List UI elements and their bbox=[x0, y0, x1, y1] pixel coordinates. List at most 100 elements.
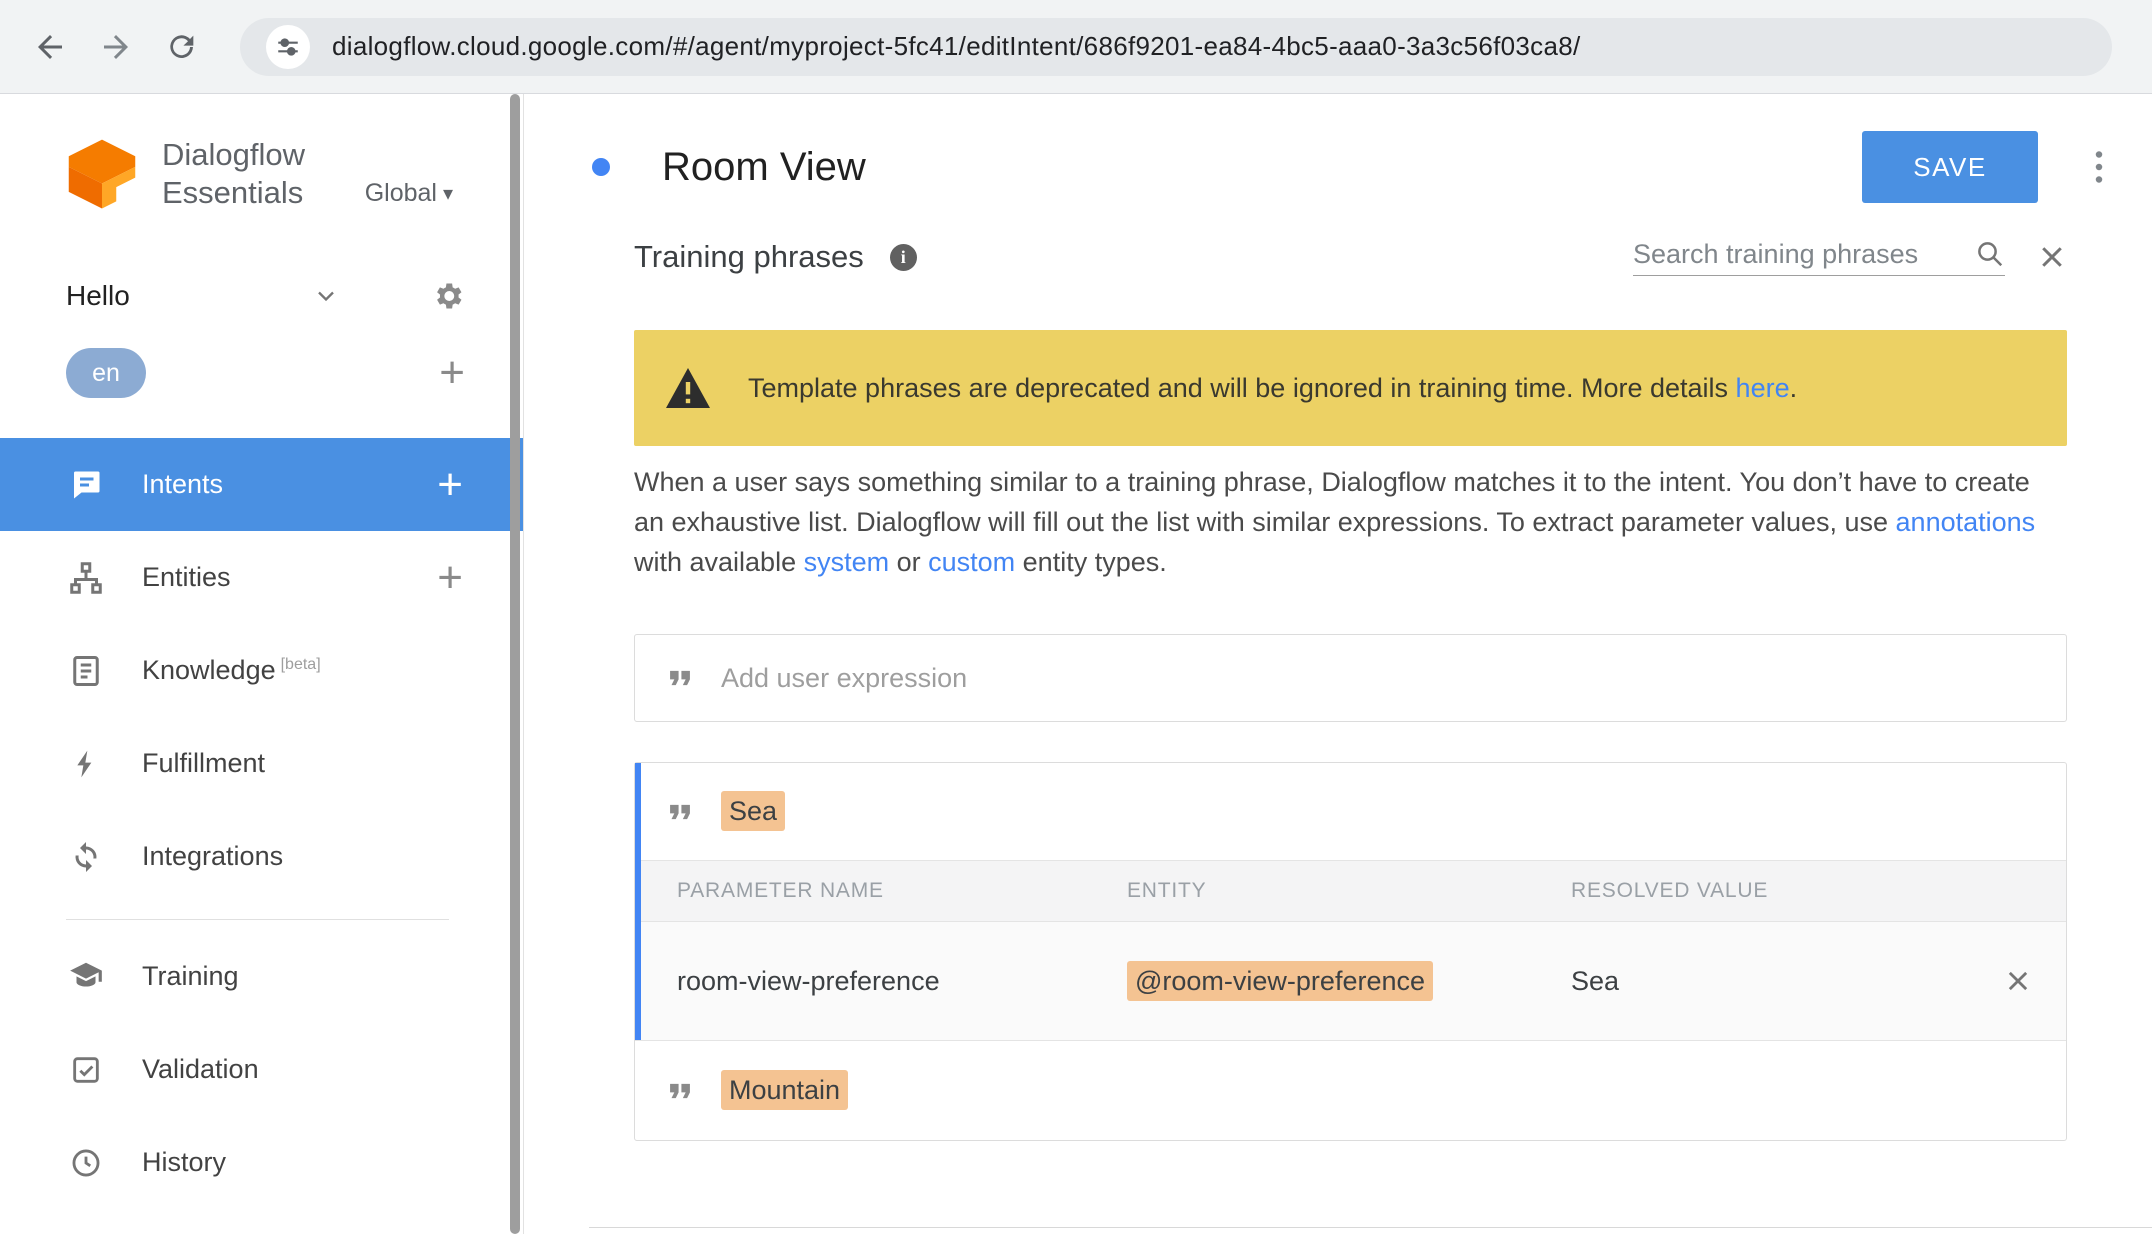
main-panel: Room View SAVE Training phrases i bbox=[524, 94, 2152, 1234]
search-field[interactable] bbox=[1633, 240, 2005, 276]
brand-line-2: Essentials bbox=[162, 174, 305, 212]
column-header-parameter-name: PARAMETER NAME bbox=[677, 879, 1127, 903]
parameter-table: PARAMETER NAME ENTITY RESOLVED VALUE roo… bbox=[635, 860, 2066, 1040]
region-selector[interactable]: Global ▾ bbox=[365, 179, 453, 216]
language-tab-en[interactable]: en bbox=[66, 348, 146, 398]
sidebar-item-fulfillment[interactable]: Fulfillment bbox=[0, 717, 523, 810]
intent-header: Room View SAVE bbox=[524, 94, 2152, 240]
sync-icon bbox=[66, 837, 106, 877]
sidebar-item-entities[interactable]: Entities + bbox=[0, 531, 523, 624]
chevron-down-icon bbox=[312, 282, 340, 310]
add-user-expression-input[interactable] bbox=[721, 663, 2038, 694]
agent-selector[interactable]: Hello bbox=[0, 268, 523, 324]
banner-here-link[interactable]: here bbox=[1736, 373, 1790, 403]
training-phrases-section: Training phrases i bbox=[524, 240, 2152, 1234]
browser-forward-button[interactable] bbox=[88, 19, 144, 75]
reload-icon bbox=[165, 30, 199, 64]
forward-arrow-icon bbox=[98, 29, 134, 65]
intent-menu-button[interactable] bbox=[2084, 146, 2114, 188]
sidebar-item-label: Intents bbox=[142, 469, 223, 500]
url-text: dialogflow.cloud.google.com/#/agent/mypr… bbox=[332, 31, 1581, 62]
brand-name: Dialogflow Essentials bbox=[162, 136, 305, 212]
deprecation-banner: Template phrases are deprecated and will… bbox=[634, 330, 2067, 446]
info-icon[interactable]: i bbox=[890, 244, 917, 271]
annotated-phrase-text[interactable]: Mountain bbox=[721, 1070, 848, 1110]
sidebar-item-history[interactable]: History bbox=[0, 1116, 523, 1209]
address-bar[interactable]: dialogflow.cloud.google.com/#/agent/mypr… bbox=[240, 18, 2112, 76]
add-expression-card[interactable] bbox=[634, 634, 2067, 722]
back-arrow-icon bbox=[32, 29, 68, 65]
parameter-name-cell[interactable]: room-view-preference bbox=[677, 966, 1127, 997]
sidebar-item-integrations[interactable]: Integrations bbox=[0, 810, 523, 903]
sidebar-item-validation[interactable]: Validation bbox=[0, 1023, 523, 1116]
quote-icon bbox=[663, 795, 697, 829]
annotated-phrase-text[interactable]: Sea bbox=[721, 791, 785, 831]
training-phrase-row[interactable]: Sea bbox=[635, 763, 2066, 860]
search-icon[interactable] bbox=[1975, 240, 2005, 269]
delete-parameter-button[interactable] bbox=[2004, 967, 2032, 995]
sidebar-scrollbar[interactable] bbox=[510, 94, 520, 1234]
close-icon bbox=[2037, 242, 2067, 272]
close-icon bbox=[2004, 967, 2032, 995]
warning-icon bbox=[664, 366, 712, 410]
section-title: Training phrases bbox=[634, 240, 864, 275]
training-phrase-row[interactable]: Mountain bbox=[635, 1040, 2066, 1140]
column-header-resolved-value: RESOLVED VALUE bbox=[1571, 879, 1970, 903]
sidebar-item-label: Knowledge[beta] bbox=[142, 655, 321, 686]
beta-badge: [beta] bbox=[281, 656, 321, 673]
phrase-block-sea: Sea PARAMETER NAME ENTITY RESOLVED VALUE… bbox=[635, 763, 2066, 1040]
lightning-bolt-icon bbox=[66, 744, 106, 784]
parameter-table-header: PARAMETER NAME ENTITY RESOLVED VALUE bbox=[635, 860, 2066, 922]
entity-cell[interactable]: @room-view-preference bbox=[1127, 961, 1433, 1001]
agent-settings-button[interactable] bbox=[431, 279, 465, 313]
parameter-table-row: room-view-preference @room-view-preferen… bbox=[635, 922, 2066, 1040]
sidebar-item-label: Integrations bbox=[142, 841, 283, 872]
sidebar-item-training[interactable]: Training bbox=[0, 930, 523, 1023]
sidebar-item-label: Training bbox=[142, 961, 239, 992]
search-input[interactable] bbox=[1633, 240, 1975, 270]
add-entity-button[interactable]: + bbox=[437, 556, 463, 600]
sidebar-item-intents[interactable]: Intents + bbox=[0, 438, 523, 531]
banner-text: Template phrases are deprecated and will… bbox=[748, 373, 1797, 404]
agent-name: Hello bbox=[66, 280, 130, 312]
section-header: Training phrases i bbox=[634, 240, 2067, 286]
site-info-icon[interactable] bbox=[266, 25, 310, 69]
sitemap-icon bbox=[66, 558, 106, 598]
tune-icon bbox=[275, 34, 301, 60]
clock-icon bbox=[66, 1143, 106, 1183]
save-button[interactable]: SAVE bbox=[1862, 131, 2038, 203]
kebab-menu-icon bbox=[2084, 146, 2114, 188]
chat-bubble-icon bbox=[66, 465, 106, 505]
quote-icon bbox=[663, 661, 697, 695]
close-section-button[interactable] bbox=[2037, 242, 2067, 272]
chevron-down-icon: ▾ bbox=[443, 181, 453, 206]
sidebar: Dialogflow Essentials Global ▾ Hello en … bbox=[0, 94, 524, 1234]
browser-reload-button[interactable] bbox=[154, 19, 210, 75]
column-header-entity: ENTITY bbox=[1127, 879, 1571, 903]
system-entities-link[interactable]: system bbox=[804, 547, 890, 577]
gear-icon bbox=[431, 279, 465, 313]
browser-back-button[interactable] bbox=[22, 19, 78, 75]
graduation-cap-icon bbox=[66, 957, 106, 997]
sidebar-item-label: History bbox=[142, 1147, 226, 1178]
annotations-link[interactable]: annotations bbox=[1896, 507, 2036, 537]
annotated-phrase-indicator bbox=[635, 763, 641, 1040]
training-phrases-list: Sea PARAMETER NAME ENTITY RESOLVED VALUE… bbox=[634, 762, 2067, 1141]
custom-entities-link[interactable]: custom bbox=[928, 547, 1015, 577]
language-row: en + bbox=[0, 348, 523, 398]
dialogflow-logo bbox=[64, 136, 140, 212]
book-icon bbox=[66, 651, 106, 691]
sidebar-menu: Intents + Entities + Knowledge[beta] bbox=[0, 438, 523, 1234]
add-intent-button[interactable]: + bbox=[437, 463, 463, 507]
sidebar-item-label: Fulfillment bbox=[142, 748, 265, 779]
browser-chrome: dialogflow.cloud.google.com/#/agent/mypr… bbox=[0, 0, 2152, 94]
sidebar-item-knowledge[interactable]: Knowledge[beta] bbox=[0, 624, 523, 717]
add-language-button[interactable]: + bbox=[439, 351, 465, 395]
resolved-value-cell[interactable]: Sea bbox=[1571, 966, 1970, 997]
sidebar-item-analytics[interactable]: Analytics bbox=[0, 1209, 523, 1234]
region-label: Global bbox=[365, 179, 437, 208]
quote-icon bbox=[663, 1074, 697, 1108]
intent-priority-dot[interactable] bbox=[592, 158, 610, 176]
checkbox-check-icon bbox=[66, 1050, 106, 1090]
section-divider bbox=[589, 1227, 2152, 1228]
